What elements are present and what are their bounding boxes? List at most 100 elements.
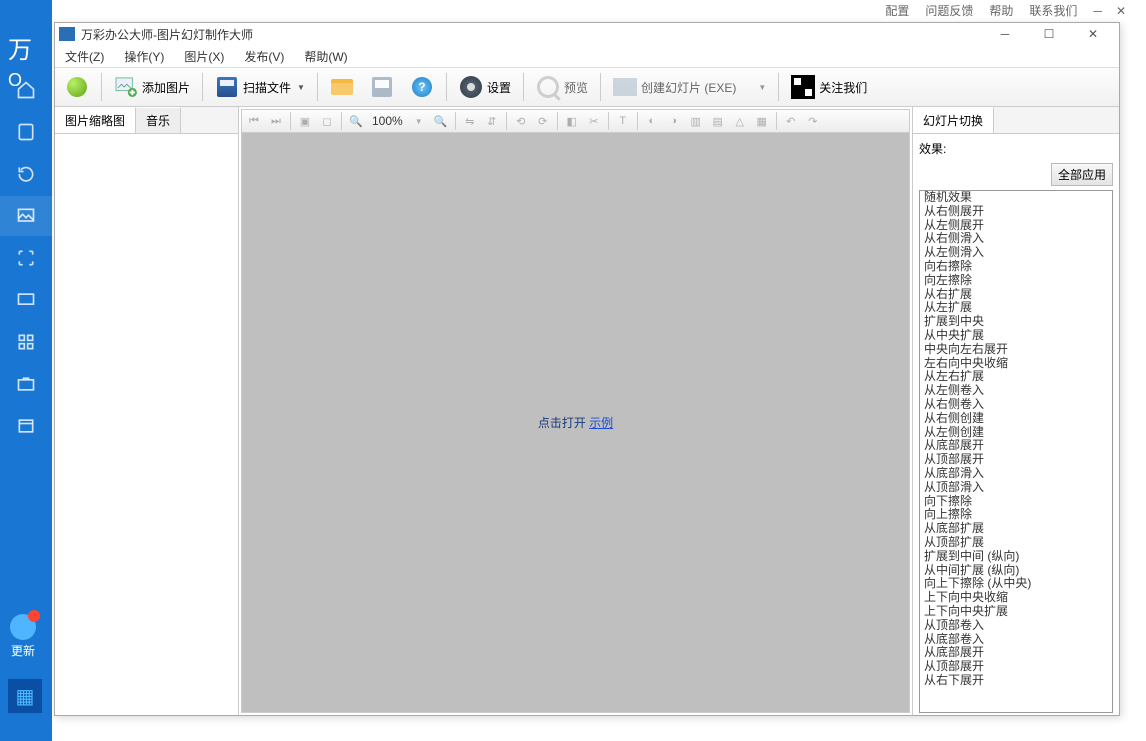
- qrcode-icon: [791, 75, 815, 99]
- color-icon[interactable]: ▦: [754, 113, 770, 129]
- follow-button[interactable]: 关注我们: [785, 71, 873, 103]
- crop-icon[interactable]: ✂: [586, 113, 602, 129]
- menu-file[interactable]: 文件(Z): [59, 46, 110, 67]
- pdf-icon[interactable]: [0, 112, 52, 152]
- menu-help[interactable]: 帮助(W): [298, 46, 353, 67]
- settings-button[interactable]: 设置: [453, 71, 517, 103]
- transition-effect-item[interactable]: 上下向中央收缩: [920, 591, 1112, 605]
- new-button[interactable]: [59, 71, 95, 103]
- add-image-button[interactable]: 添加图片: [108, 71, 196, 103]
- transition-effect-item[interactable]: 从顶部卷入: [920, 619, 1112, 633]
- app-icon: [59, 27, 75, 41]
- transition-effect-item[interactable]: 从右侧创建: [920, 412, 1112, 426]
- bg-close-icon[interactable]: ✕: [1116, 4, 1126, 18]
- transition-effect-item[interactable]: 从右下展开: [920, 674, 1112, 688]
- transition-effect-item[interactable]: 从中央扩展: [920, 329, 1112, 343]
- help-button[interactable]: ?: [404, 71, 440, 103]
- first-icon[interactable]: ⏮: [246, 113, 262, 129]
- bg-minimize-icon[interactable]: ─: [1093, 4, 1102, 18]
- redo-icon[interactable]: ↷: [805, 113, 821, 129]
- maximize-button[interactable]: ☐: [1027, 24, 1071, 44]
- menu-operate[interactable]: 操作(Y): [118, 46, 170, 67]
- zoom-in-icon[interactable]: 🔍: [348, 113, 364, 129]
- bw-icon[interactable]: ▤: [710, 113, 726, 129]
- transition-effect-item[interactable]: 扩展到中间 (纵向): [920, 550, 1112, 564]
- tab-transition[interactable]: 幻灯片切换: [913, 107, 994, 133]
- transition-effect-item[interactable]: 从顶部展开: [920, 453, 1112, 467]
- last-icon[interactable]: ⏭: [268, 113, 284, 129]
- brightness-icon[interactable]: ◑: [666, 113, 682, 129]
- transition-effect-item[interactable]: 随机效果: [920, 191, 1112, 205]
- transition-effect-item[interactable]: 从右侧卷入: [920, 398, 1112, 412]
- transition-effect-item[interactable]: 中央向左右展开: [920, 343, 1112, 357]
- transition-effect-item[interactable]: 向右擦除: [920, 260, 1112, 274]
- bg-update[interactable]: 更新: [10, 614, 36, 659]
- settings-label: 设置: [487, 79, 511, 96]
- transition-effect-item[interactable]: 从顶部展开: [920, 660, 1112, 674]
- create-icon: [613, 75, 637, 99]
- zoom-out-icon[interactable]: 🔍: [433, 113, 449, 129]
- tab-music[interactable]: 音乐: [136, 107, 181, 133]
- text-icon[interactable]: T: [615, 113, 631, 129]
- tab-thumbnails[interactable]: 图片缩略图: [55, 107, 136, 133]
- undo-icon[interactable]: ↶: [783, 113, 799, 129]
- briefcase-icon[interactable]: [0, 364, 52, 404]
- save-button[interactable]: [364, 71, 400, 103]
- menu-image[interactable]: 图片(X): [178, 46, 230, 67]
- flip-v-icon[interactable]: ⇵: [484, 113, 500, 129]
- transition-effect-item[interactable]: 从底部扩展: [920, 522, 1112, 536]
- transition-effect-item[interactable]: 从顶部滑入: [920, 481, 1112, 495]
- thumbnail-area[interactable]: [55, 134, 238, 715]
- fit-icon[interactable]: ▣: [297, 113, 313, 129]
- transition-effect-item[interactable]: 从左侧卷入: [920, 384, 1112, 398]
- actual-icon[interactable]: ◻: [319, 113, 335, 129]
- canvas-message: 点击打开 示例: [538, 414, 613, 431]
- titlebar[interactable]: 万彩办公大师-图片幻灯制作大师 ─ ☐ ✕: [55, 23, 1119, 45]
- flip-h-icon[interactable]: ⇋: [462, 113, 478, 129]
- scan-icon[interactable]: [0, 238, 52, 278]
- save-icon: [370, 75, 394, 99]
- transition-effect-item[interactable]: 扩展到中央: [920, 315, 1112, 329]
- transition-effect-item[interactable]: 向左擦除: [920, 274, 1112, 288]
- transition-effect-item[interactable]: 从左侧滑入: [920, 246, 1112, 260]
- scanner-icon: [215, 75, 239, 99]
- example-link[interactable]: 示例: [589, 416, 613, 430]
- bg-qr-icon[interactable]: ▦: [8, 679, 42, 713]
- transition-effect-item[interactable]: 从顶部扩展: [920, 536, 1112, 550]
- open-button[interactable]: [324, 71, 360, 103]
- transition-effect-item[interactable]: 从右侧展开: [920, 205, 1112, 219]
- bg-feedback[interactable]: 问题反馈: [925, 2, 973, 19]
- transition-effects-list[interactable]: 随机效果从右侧展开从左侧展开从右侧滑入从左侧滑入向右擦除向左擦除从右扩展从左扩展…: [919, 190, 1113, 713]
- rotate-right-icon[interactable]: ⟳: [535, 113, 551, 129]
- edge-icon[interactable]: △: [732, 113, 748, 129]
- refresh-icon[interactable]: [0, 154, 52, 194]
- separator: [101, 73, 102, 101]
- transition-effect-item[interactable]: 上下向中央扩展: [920, 605, 1112, 619]
- menu-publish[interactable]: 发布(V): [238, 46, 290, 67]
- bg-contact[interactable]: 联系我们: [1029, 2, 1077, 19]
- close-button[interactable]: ✕: [1071, 24, 1115, 44]
- window-icon[interactable]: [0, 406, 52, 446]
- screen-icon[interactable]: [0, 280, 52, 320]
- chevron-down-icon[interactable]: ▼: [411, 113, 427, 129]
- bg-config[interactable]: 配置: [885, 2, 909, 19]
- preview-button[interactable]: 预览: [530, 71, 594, 103]
- deskew-icon[interactable]: ◧: [564, 113, 580, 129]
- minimize-button[interactable]: ─: [983, 24, 1027, 44]
- image-icon[interactable]: [0, 196, 52, 236]
- contrast-icon[interactable]: ◐: [644, 113, 660, 129]
- grayscale-icon[interactable]: ▥: [688, 113, 704, 129]
- chevron-down-icon: ▼: [297, 83, 305, 92]
- create-slideshow-button[interactable]: 创建幻灯片 (EXE) ▼: [607, 71, 772, 103]
- apply-all-button[interactable]: 全部应用: [1051, 163, 1113, 186]
- left-panel: 图片缩略图 音乐: [55, 107, 239, 715]
- bg-help[interactable]: 帮助: [989, 2, 1013, 19]
- scan-button[interactable]: 扫描文件 ▼: [209, 71, 311, 103]
- apps-icon[interactable]: [0, 322, 52, 362]
- transition-effect-item[interactable]: 从底部滑入: [920, 467, 1112, 481]
- help-icon: ?: [410, 75, 434, 99]
- canvas-area[interactable]: 点击打开 示例: [241, 133, 910, 713]
- create-label: 创建幻灯片 (EXE): [641, 79, 736, 96]
- preview-label: 预览: [564, 79, 588, 96]
- rotate-left-icon[interactable]: ⟲: [513, 113, 529, 129]
